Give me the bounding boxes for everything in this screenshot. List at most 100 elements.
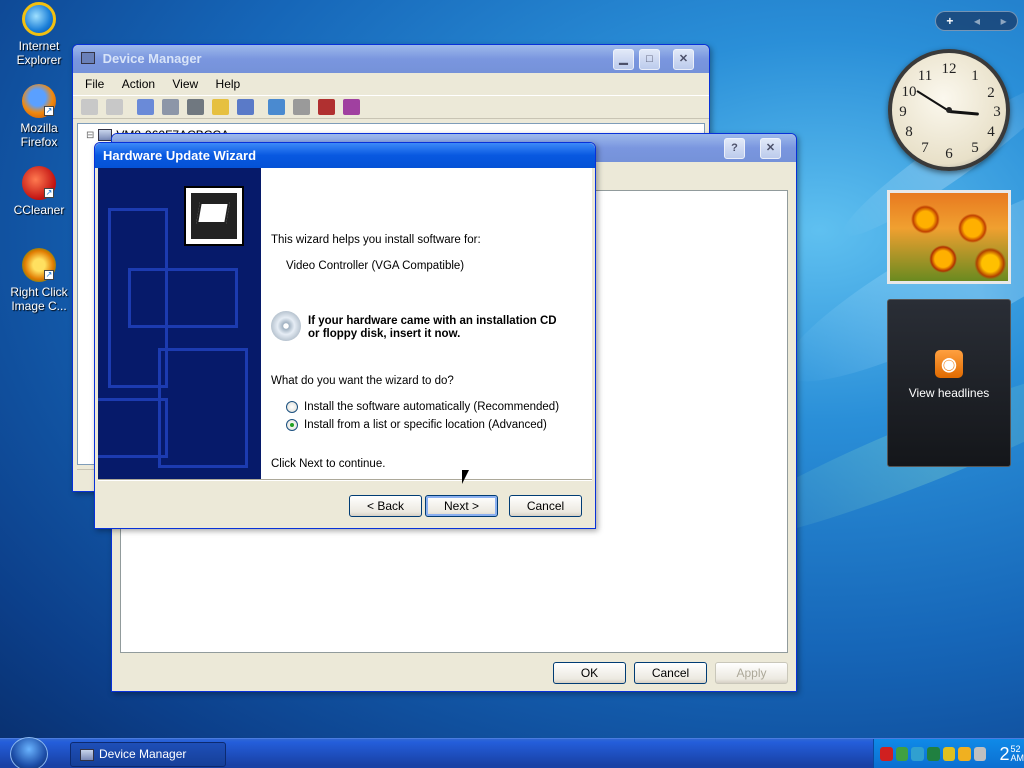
clock-number: 2: [987, 85, 995, 101]
radio-button[interactable]: [286, 401, 298, 413]
desktop-icon-label: Mozilla Firefox: [20, 121, 58, 149]
next-button[interactable]: Next >: [425, 495, 498, 517]
hardware-wizard-icon: [184, 186, 244, 246]
divider: [98, 479, 592, 481]
sync-icon[interactable]: [911, 747, 924, 761]
network-icon[interactable]: [895, 747, 909, 761]
back-arrow-icon[interactable]: [81, 99, 98, 115]
next-page-icon[interactable]: ▸: [1001, 14, 1007, 28]
desktop-icon-internet-explorer[interactable]: Internet Explorer: [0, 2, 78, 67]
option-label: Install from a list or specific location…: [304, 419, 547, 431]
clock-number: 4: [987, 124, 995, 140]
wizard-intro-text: This wizard helps you install software f…: [271, 234, 481, 246]
clock-number: 5: [971, 140, 979, 156]
taskbar-item-device-manager[interactable]: Device Manager: [70, 742, 226, 767]
clock-number: 9: [899, 104, 907, 120]
wizard-question: What do you want the wizard to do?: [271, 375, 454, 387]
back-button[interactable]: < Back: [349, 495, 422, 517]
desktop-icon-label: Right Click Image C...: [10, 285, 68, 313]
continue-text: Click Next to continue.: [271, 458, 386, 470]
computer-icon: [80, 749, 94, 761]
menu-view[interactable]: View: [172, 77, 198, 91]
radio-button[interactable]: [286, 419, 298, 431]
scan-hardware-icon[interactable]: [268, 99, 285, 115]
system-tray: 2 52 AM: [873, 739, 1024, 768]
disable-icon[interactable]: [343, 99, 360, 115]
uninstall-icon[interactable]: [318, 99, 335, 115]
internet-explorer-icon: [22, 2, 56, 36]
wizard-title: Hardware Update Wizard: [103, 148, 257, 163]
desktop-icon-right-click-image[interactable]: ↗ Right Click Image C...: [0, 248, 78, 313]
apply-button[interactable]: Apply: [715, 662, 788, 684]
clock-number: 10: [901, 84, 917, 100]
view-headlines-link[interactable]: View headlines: [888, 386, 1010, 400]
previous-page-icon[interactable]: ◂: [974, 14, 980, 28]
window-title: Device Manager: [102, 51, 202, 66]
clock-number: 3: [993, 104, 1001, 120]
clock-gadget[interactable]: 12 1 2 3 4 5 6 7 8 9 10 11: [888, 49, 1010, 171]
clock-number: 6: [945, 146, 953, 162]
taskbar-clock[interactable]: 2 52 AM: [999, 744, 1024, 764]
sidebar-gadget-controls: + ◂ ▸: [935, 11, 1018, 31]
hardware-update-wizard-dialog[interactable]: Hardware Update Wizard This wizard helps…: [94, 142, 596, 529]
ccleaner-icon: ↗: [22, 166, 56, 200]
cd-icon: [271, 311, 301, 341]
help-icon[interactable]: [212, 99, 229, 115]
menu-help[interactable]: Help: [216, 77, 241, 91]
menu-file[interactable]: File: [85, 77, 104, 91]
app-s-icon[interactable]: [942, 747, 956, 761]
show-hide-console-tree-icon[interactable]: [137, 99, 154, 115]
clock-number: 11: [917, 68, 933, 84]
taskbar-item-label: Device Manager: [99, 747, 187, 761]
speaker-icon[interactable]: [973, 747, 987, 761]
properties-icon[interactable]: [162, 99, 179, 115]
security-shield-icon[interactable]: [880, 747, 893, 761]
add-gadget-button[interactable]: +: [946, 14, 953, 28]
option-automatic[interactable]: Install the software automatically (Reco…: [286, 401, 559, 413]
right-click-image-icon: ↗: [22, 248, 56, 282]
checkmark-icon[interactable]: [926, 747, 940, 761]
desktop-icon-label: Internet Explorer: [16, 39, 62, 67]
hour-hand: [948, 110, 980, 116]
collapse-icon[interactable]: ⊟: [86, 130, 94, 141]
toolbar: [73, 95, 709, 119]
minute-hand: [916, 90, 950, 112]
cancel-button[interactable]: Cancel: [509, 495, 582, 517]
forward-arrow-icon[interactable]: [106, 99, 123, 115]
desktop-icon-ccleaner[interactable]: ↗ CCleaner: [0, 166, 78, 217]
desktop-icon-firefox[interactable]: ↗ Mozilla Firefox: [0, 84, 78, 149]
clock-ampm: AM: [1010, 753, 1024, 763]
cd-hint-text: If your hardware came with an installati…: [308, 315, 557, 340]
menu-bar: File Action View Help: [73, 73, 709, 95]
minimize-button[interactable]: ▁: [613, 49, 634, 70]
update-driver-icon[interactable]: [293, 99, 310, 115]
wizard-banner: [98, 168, 261, 480]
wizard-titlebar[interactable]: Hardware Update Wizard: [95, 143, 595, 168]
sparkle-icon[interactable]: [958, 747, 971, 761]
ok-button[interactable]: OK: [553, 662, 626, 684]
taskbar: Device Manager 2 52 AM: [0, 737, 1024, 768]
device-manager-titlebar[interactable]: Device Manager ▁ □ ✕: [73, 45, 709, 73]
mouse-cursor: [462, 470, 469, 484]
clock-number: 8: [905, 124, 913, 140]
close-button[interactable]: ✕: [760, 138, 781, 159]
show-hide-action-pane-icon[interactable]: [237, 99, 254, 115]
slideshow-gadget[interactable]: [887, 190, 1011, 284]
option-label: Install the software automatically (Reco…: [304, 401, 560, 413]
maximize-button[interactable]: □: [639, 49, 660, 70]
clock-center: [946, 107, 952, 113]
option-advanced[interactable]: Install from a list or specific location…: [286, 419, 547, 431]
computer-icon: [81, 52, 95, 64]
help-button[interactable]: ?: [724, 138, 745, 159]
print-icon[interactable]: [187, 99, 204, 115]
wizard-body: This wizard helps you install software f…: [98, 168, 592, 480]
menu-action[interactable]: Action: [122, 77, 155, 91]
desktop-icon-label: CCleaner: [13, 203, 65, 217]
feed-headlines-gadget[interactable]: ◉ View headlines: [887, 299, 1011, 467]
close-button[interactable]: ✕: [673, 49, 694, 70]
clock-number: 12: [941, 61, 957, 77]
start-button[interactable]: [10, 737, 48, 768]
clock-number: 1: [971, 68, 979, 84]
cancel-button[interactable]: Cancel: [634, 662, 707, 684]
clock-hour: 2: [999, 744, 1010, 764]
